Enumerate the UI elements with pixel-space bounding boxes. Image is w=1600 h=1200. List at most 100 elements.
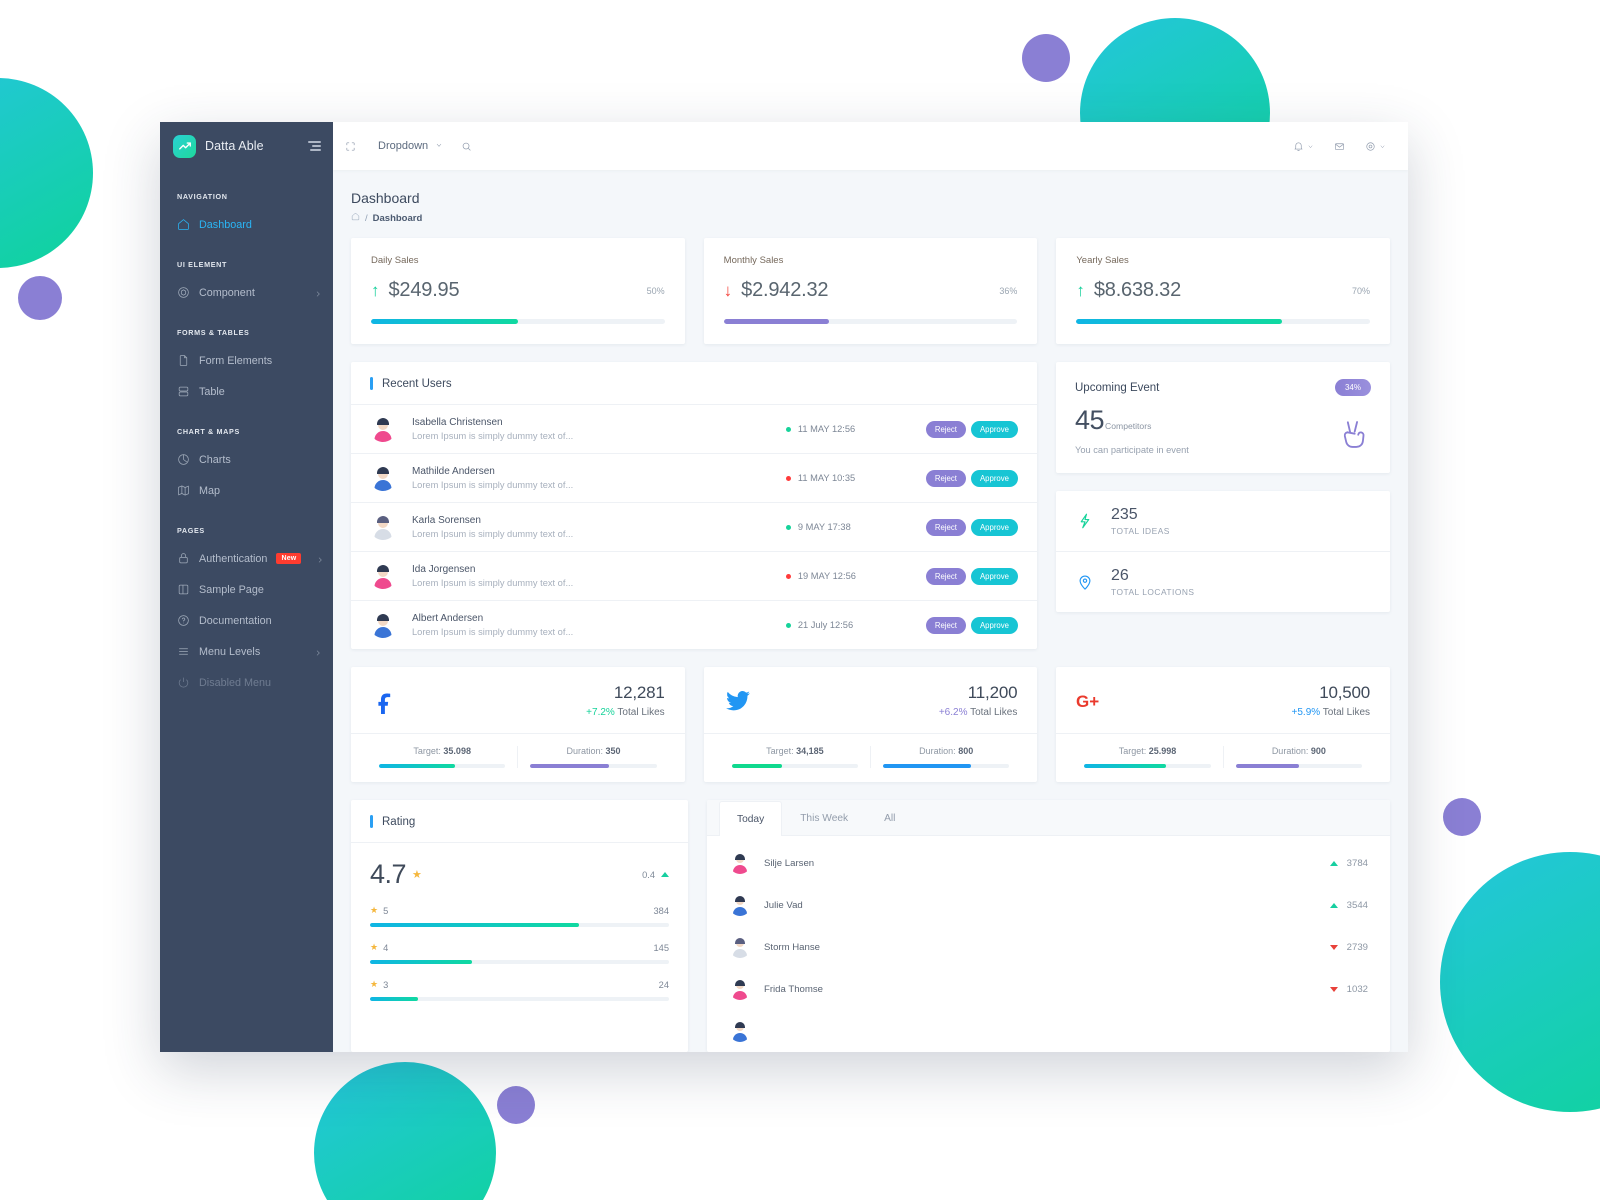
user-name: Silje Larsen	[764, 857, 815, 869]
user-description: Lorem Ipsum is simply dummy text of...	[412, 578, 574, 588]
brand-name: Datta Able	[205, 139, 264, 153]
mail-icon	[1335, 142, 1344, 150]
user-description: Lorem Ipsum is simply dummy text of...	[412, 529, 574, 539]
avatar	[729, 978, 751, 1000]
help-circle-icon	[177, 614, 190, 627]
list-item[interactable]: Silje Larsen 3784	[707, 842, 1390, 884]
home-icon	[177, 218, 190, 231]
sidebar-item-form-elements[interactable]: Form Elements	[160, 345, 333, 376]
power-icon	[177, 676, 190, 689]
status-dot	[785, 573, 791, 579]
star-level: 5	[383, 905, 389, 916]
accent-tick	[370, 815, 373, 828]
competitor-label: Competitors	[1105, 421, 1152, 431]
notifications-button[interactable]	[1293, 141, 1314, 152]
breadcrumb: / Dashboard	[351, 212, 1390, 224]
triangle-up-icon	[1329, 860, 1338, 866]
arrow-down-icon: ↓	[723, 281, 733, 300]
sidebar-item-documentation[interactable]: Documentation	[160, 605, 333, 636]
social-cards-row: 12,281 +7.2% Total Likes Target: 35.098 …	[351, 667, 1391, 782]
rating-delta-value: 0.4	[642, 869, 655, 880]
search-icon[interactable]	[461, 141, 472, 152]
star-icon: ★	[370, 979, 379, 989]
tab-today[interactable]: Today	[719, 801, 783, 836]
approve-button[interactable]: Approve	[970, 616, 1018, 634]
tab-this-week[interactable]: This Week	[782, 800, 866, 835]
table-row[interactable]: Mathilde Andersen Lorem Ipsum is simply …	[351, 454, 1037, 503]
sidebar-item-component[interactable]: Component	[160, 277, 333, 308]
table-row[interactable]: Isabella Christensen Lorem Ipsum is simp…	[351, 405, 1037, 454]
sidebar-item-map[interactable]: Map	[160, 475, 333, 506]
reject-button[interactable]: Reject	[925, 567, 966, 585]
star-level: 4	[383, 942, 389, 953]
sidebar-item-sample-page[interactable]: Sample Page	[160, 574, 333, 605]
duration-label: Duration:	[919, 746, 956, 756]
target-value: 35.098	[443, 746, 471, 756]
card-stats: 235 TOTAL IDEAS 26 TOTAL LOCATIONS	[1056, 491, 1390, 612]
card-title: Rating	[382, 815, 416, 828]
star-count: 384	[653, 905, 669, 916]
map-icon	[177, 484, 190, 497]
sidebar: Datta Able NAVIGATION Dashboard UI ELEME…	[160, 122, 333, 1052]
expand-icon[interactable]	[345, 141, 356, 152]
approve-button[interactable]: Approve	[970, 518, 1018, 536]
sidebar-item-menu-levels[interactable]: Menu Levels	[160, 636, 333, 667]
list-item[interactable]: Julie Vad 3544	[707, 884, 1390, 926]
table-row[interactable]: Albert Andersen Lorem Ipsum is simply du…	[351, 601, 1037, 649]
sidebar-item-charts[interactable]: Charts	[160, 444, 333, 475]
page-title: Dashboard	[351, 190, 420, 206]
reject-button[interactable]: Reject	[925, 420, 966, 438]
sidebar-item-dashboard[interactable]: Dashboard	[160, 209, 333, 240]
reject-button[interactable]: Reject	[925, 616, 966, 634]
topbar: Dropdown	[333, 122, 1408, 170]
sidebar-item-label: Table	[199, 385, 225, 398]
approve-button[interactable]: Approve	[970, 469, 1018, 487]
screenshot-stage: Datta Able NAVIGATION Dashboard UI ELEME…	[0, 0, 1600, 1200]
timestamp: 19 MAY 12:56	[785, 571, 910, 581]
reject-button[interactable]: Reject	[925, 518, 966, 536]
dropdown-trigger[interactable]: Dropdown	[378, 140, 443, 152]
sidebar-item-label: Map	[199, 484, 221, 497]
tab-all[interactable]: All	[866, 800, 913, 835]
follower-count: 10,500	[1319, 683, 1371, 702]
status-dot	[785, 524, 791, 530]
approve-button[interactable]: Approve	[970, 567, 1018, 585]
progress-bar	[371, 319, 665, 324]
sales-amount: $2.942.32	[741, 279, 829, 301]
settings-button[interactable]	[1365, 141, 1386, 152]
user-name: Frida Thomse	[764, 983, 824, 995]
change-label: Total Likes	[1322, 707, 1371, 718]
pie-chart-icon	[177, 453, 190, 466]
user-description: Lorem Ipsum is simply dummy text of...	[412, 431, 574, 441]
list-item[interactable]	[707, 1010, 1390, 1052]
reject-button[interactable]: Reject	[925, 469, 966, 487]
main-area: Dropdown Dashboard / Dashboard Daily Sal…	[333, 122, 1408, 1052]
follower-count: 12,281	[613, 683, 665, 702]
hamburger-icon[interactable]	[306, 141, 321, 151]
table-row[interactable]: Ida Jorgensen Lorem Ipsum is simply dumm…	[351, 552, 1037, 601]
card-recent-users: Recent Users Isabella Christensen Lorem …	[351, 362, 1037, 649]
timestamp-text: 11 MAY 10:35	[797, 473, 856, 483]
brand[interactable]: Datta Able	[160, 122, 333, 170]
list-item[interactable]: Storm Hanse 2739	[707, 926, 1390, 968]
card-yearly-sales: Yearly Sales ↑ $8.638.32 70%	[1056, 238, 1391, 344]
sidebar-item-authentication[interactable]: Authentication New	[160, 543, 333, 574]
mail-button[interactable]	[1334, 141, 1345, 152]
home-icon[interactable]	[351, 212, 360, 224]
rating-delta: 0.4	[642, 870, 669, 880]
approve-button[interactable]: Approve	[970, 420, 1018, 438]
card-title: Recent Users	[382, 377, 452, 390]
lock-icon	[177, 552, 190, 565]
decorative-circle-teal-bottom	[314, 1062, 496, 1200]
star-count: 24	[658, 979, 669, 990]
card-upcoming-event: Upcoming Event 34% 45 Competitors You ca…	[1056, 362, 1390, 473]
sales-percent: 50%	[646, 285, 665, 296]
google-plus-icon: G+	[1076, 687, 1104, 715]
sidebar-item-table[interactable]: Table	[160, 376, 333, 407]
card-google-plus: G+ 10,500 +5.9% Total Likes Target: 25.9…	[1056, 667, 1391, 782]
activity-value: 3784	[1346, 857, 1368, 869]
breadcrumb-current: Dashboard	[372, 212, 423, 224]
list-item[interactable]: Frida Thomse 1032	[707, 968, 1390, 1010]
table-row[interactable]: Karla Sorensen Lorem Ipsum is simply dum…	[351, 503, 1037, 552]
card-header: Rating	[351, 800, 688, 843]
